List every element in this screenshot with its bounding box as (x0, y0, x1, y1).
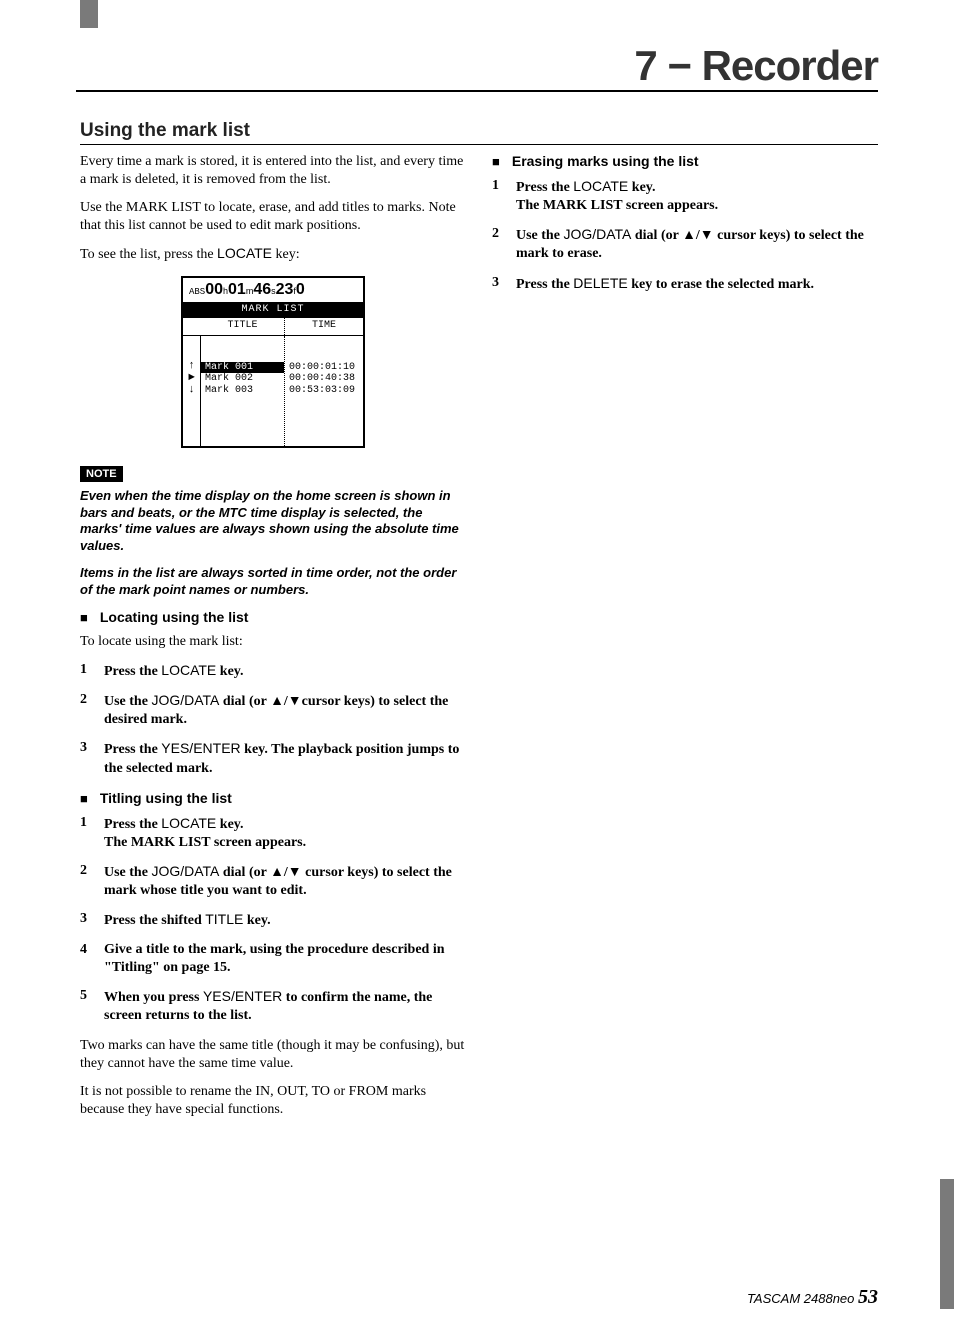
abs-label: ABS (189, 287, 205, 299)
intro-paragraph-2: Use the MARK LIST to locate, erase, and … (80, 199, 466, 235)
intro-paragraph-1: Every time a mark is stored, it is enter… (80, 153, 466, 189)
lcd-scroll-arrows: ↑►↓ (183, 336, 201, 446)
intro-paragraph-3: To see the list, press the LOCATE key: (80, 245, 466, 264)
erasing-step-3: Press the DELETE key to erase the select… (492, 274, 878, 294)
time-m-unit: m (246, 286, 254, 298)
intro-p3-post: key: (272, 247, 300, 262)
list-item: Mark 001 (201, 362, 284, 374)
list-item-time: 00:00:01:10 (285, 362, 363, 374)
footer-brand: TASCAM 2488neo (747, 1291, 858, 1306)
locating-heading: Locating using the list (100, 609, 249, 627)
page-number: 53 (858, 1286, 878, 1308)
col-title-header: TITLE (201, 318, 285, 335)
title-underline (76, 90, 878, 92)
lcd-time-bar: ABS 00h 01m 46s 23f 0 (183, 278, 363, 303)
right-tab-decoration (940, 1179, 954, 1309)
titling-step-1: Press the LOCATE key.The MARK LIST scree… (80, 814, 466, 852)
time-h: 00 (205, 280, 223, 300)
section-underline (80, 144, 878, 145)
square-bullet-icon: ■ (492, 155, 500, 168)
titling-tail-2: It is not possible to rename the IN, OUT… (80, 1083, 466, 1119)
square-bullet-icon: ■ (80, 792, 88, 805)
square-bullet-icon: ■ (80, 611, 88, 624)
locating-step-2: Use the JOG/DATA dial (or ▲/▼cursor keys… (80, 691, 466, 729)
lcd-list-label: MARK LIST (183, 303, 363, 318)
intro-p3-pre: To see the list, press the (80, 247, 217, 262)
top-tab-decoration (80, 0, 98, 28)
time-m: 01 (228, 280, 246, 300)
titling-step-3: Press the shifted TITLE key. (80, 910, 466, 930)
footer: TASCAM 2488neo 53 (747, 1286, 878, 1309)
locating-step-3: Press the YES/ENTER key. The playback po… (80, 739, 466, 777)
erasing-step-2: Use the JOG/DATA dial (or ▲/▼ cursor key… (492, 225, 878, 263)
titling-heading: Titling using the list (100, 790, 232, 808)
locate-key-label: LOCATE (217, 245, 272, 261)
titling-tail-1: Two marks can have the same title (thoug… (80, 1037, 466, 1073)
list-item-time: 00:00:40:38 (285, 373, 363, 385)
erasing-heading: Erasing marks using the list (512, 153, 699, 171)
list-item: Mark 002 (201, 373, 284, 385)
time-s: 46 (253, 280, 271, 300)
titling-step-5: When you press YES/ENTER to confirm the … (80, 987, 466, 1025)
list-item-time: 00:53:03:09 (285, 385, 363, 397)
titling-step-4: Give a title to the mark, using the proc… (80, 941, 466, 977)
titling-step-2: Use the JOG/DATA dial (or ▲/▼ cursor key… (80, 862, 466, 900)
time-f: 23 (276, 280, 294, 300)
note-paragraph-1: Even when the time display on the home s… (80, 488, 466, 556)
page-title: 7 − Recorder (634, 42, 878, 90)
list-item: Mark 003 (201, 385, 284, 397)
locating-step-1: Press the LOCATE key. (80, 661, 466, 681)
lcd-column-headers: TITLE TIME (183, 318, 363, 336)
note-badge: NOTE (80, 466, 123, 482)
erasing-step-1: Press the LOCATE key.The MARK LIST scree… (492, 177, 878, 215)
locating-intro: To locate using the mark list: (80, 633, 466, 651)
time-sub-frame: 0 (296, 280, 305, 300)
section-heading: Using the mark list (80, 120, 878, 142)
lcd-figure: ABS 00h 01m 46s 23f 0 MARK LIST TITLE TI… (181, 276, 365, 448)
col-time-header: TIME (285, 318, 363, 335)
note-paragraph-2: Items in the list are always sorted in t… (80, 565, 466, 599)
